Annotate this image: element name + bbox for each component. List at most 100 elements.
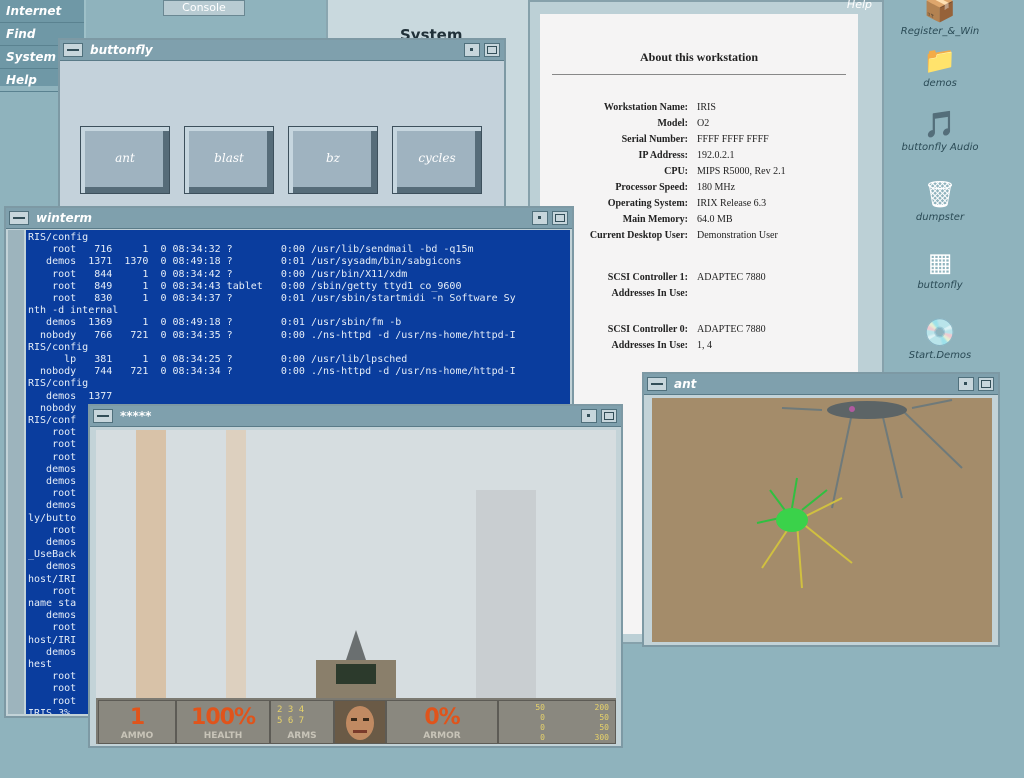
about-value: ADAPTEC 7880 — [697, 272, 766, 283]
ammo-label: AMMO — [120, 731, 154, 741]
desktop-icon[interactable]: 📦 Register_&_Win — [885, 0, 995, 37]
window-title: ***** — [120, 409, 152, 423]
minimize-icon[interactable] — [581, 409, 597, 423]
demos-folder-icon: 📁 — [923, 46, 957, 76]
stat-value: 50 — [599, 713, 609, 722]
ammo-stats: 50 0 0 0 200 50 50 300 — [498, 700, 616, 744]
divider — [552, 74, 846, 75]
terminal-line: demos — [28, 537, 77, 548]
buttonfly-cycles-button[interactable]: cycles — [392, 126, 482, 194]
buttonfly-audio-icon: 🎵 — [923, 110, 957, 140]
desktop-icon[interactable]: 📁 demos — [885, 44, 995, 89]
ant-window: ant — [642, 372, 1000, 647]
game-viewport[interactable] — [96, 430, 616, 698]
buttonfly-blast-button[interactable]: blast — [184, 126, 274, 194]
stat-value: 200 — [594, 703, 609, 712]
button-label: blast — [214, 151, 244, 165]
terminal-line: root 716 1 0 08:34:32 ? 0:00 /usr/lib/se… — [28, 244, 474, 256]
dumpster-icon: 🗑 — [923, 180, 957, 210]
help-menu[interactable]: Help — [847, 0, 872, 11]
health-value: 100% — [191, 705, 256, 730]
titlebar[interactable]: winterm — [6, 208, 572, 229]
arms-label: ARMS — [287, 731, 317, 741]
maximize-icon[interactable] — [484, 43, 500, 57]
doom-window: ***** 1 AMMO 100% HEALTH 2 3 4 5 6 7 ARM… — [88, 404, 623, 748]
terminal-line: root — [28, 427, 77, 439]
terminal-line: name sta — [28, 598, 77, 609]
terminal-line: demos — [28, 610, 77, 622]
terminal-line: _UseBack — [28, 549, 77, 561]
wall-block — [476, 490, 536, 698]
minimize-icon[interactable] — [532, 211, 548, 225]
arms-slot: 3 — [287, 705, 294, 715]
terminal-line: nth -d internal — [28, 305, 119, 317]
buttonfly-bz-button[interactable]: bz — [288, 126, 378, 194]
terminal-line: nobody 766 721 0 08:34:35 ? 0:00 ./ns-ht… — [28, 329, 516, 341]
ammo-value: 1 — [129, 705, 145, 730]
arms-slot: 5 — [277, 716, 283, 726]
window-menu-icon[interactable] — [9, 211, 29, 225]
terminal-line: nobody — [28, 402, 77, 414]
ant-viewport[interactable] — [652, 398, 992, 642]
stat-value: 50 — [535, 703, 545, 712]
desktop-icon-label: demos — [923, 78, 957, 89]
desktop-icon[interactable]: 🗑 dumpster — [885, 178, 995, 223]
terminal-line: demos — [28, 500, 77, 512]
window-menu-icon[interactable] — [93, 409, 113, 423]
about-label: Addresses In Use: — [611, 340, 689, 351]
terminal-line: root — [28, 439, 77, 451]
titlebar[interactable]: ant — [644, 374, 998, 395]
window-menu-icon[interactable] — [63, 43, 83, 57]
button-label: ant — [115, 151, 135, 165]
about-label: Processor Speed: — [615, 182, 688, 193]
terminal-line: root — [28, 671, 77, 683]
terminal-line: root — [28, 451, 77, 463]
window-menu-icon[interactable] — [647, 377, 667, 391]
buttonfly-ant-button[interactable]: ant — [80, 126, 170, 194]
scrollbar[interactable] — [8, 230, 24, 714]
terminal-line: RIS/config — [28, 378, 89, 390]
weapon-icon — [316, 630, 396, 698]
console-button[interactable]: Console — [163, 0, 245, 16]
register-icon: 📦 — [923, 0, 957, 24]
ammo-panel: 1 AMMO — [98, 700, 176, 744]
titlebar[interactable]: buttonfly — [60, 40, 504, 61]
terminal-line: demos — [28, 476, 77, 487]
arms-slot: 2 — [277, 705, 283, 715]
desktop-icon-label: buttonfly Audio — [901, 142, 979, 153]
desktop-icon[interactable]: 💿 Start.Demos — [885, 316, 995, 361]
about-value: FFFF FFFF FFFF — [697, 134, 769, 145]
maximize-icon[interactable] — [978, 377, 994, 391]
terminal-line: root 844 1 0 08:34:42 ? 0:00 /usr/bin/X1… — [28, 268, 408, 280]
about-label: SCSI Controller 1: — [607, 272, 688, 283]
stat-value: 300 — [594, 733, 609, 742]
armor-panel: 0% ARMOR — [386, 700, 498, 744]
desktop-icon[interactable]: ▦ buttonfly — [885, 246, 995, 291]
minimize-icon[interactable] — [958, 377, 974, 391]
terminal-line: demos — [28, 463, 77, 475]
button-label: bz — [325, 151, 340, 165]
health-label: HEALTH — [203, 731, 243, 741]
window-title: buttonfly — [90, 43, 153, 57]
maximize-icon[interactable] — [601, 409, 617, 423]
terminal-line: demos — [28, 561, 77, 573]
terminal-line: lp 381 1 0 08:34:25 ? 0:00 /usr/lib/lpsc… — [28, 354, 408, 365]
wall-stripe — [226, 430, 246, 698]
desktop-icon-label: dumpster — [915, 212, 965, 223]
about-value: IRIS — [697, 102, 716, 113]
status-bar: 1 AMMO 100% HEALTH 2 3 4 5 6 7 ARMS 0% A… — [96, 698, 616, 744]
terminal-line: IRIS 3% — [28, 707, 71, 714]
stat-value: 0 — [540, 733, 545, 742]
terminal-line: root 830 1 0 08:34:37 ? 0:01 /usr/sbin/s… — [28, 293, 516, 304]
toolchest-internet[interactable]: Internet — [0, 0, 84, 23]
terminal-line: host/IRI — [28, 634, 77, 646]
minimize-icon[interactable] — [464, 43, 480, 57]
desktop-icon[interactable]: 🎵 buttonfly Audio — [885, 108, 995, 153]
terminal-line: demos 1369 1 0 08:49:18 ? 0:01 /usr/sbin… — [28, 317, 402, 329]
maximize-icon[interactable] — [552, 211, 568, 225]
titlebar[interactable]: ***** — [90, 406, 621, 427]
about-label: IP Address: — [638, 150, 688, 161]
about-value: 64.0 MB — [697, 214, 733, 225]
terminal-line: root 849 1 0 08:34:43 tablet 0:00 /sbin/… — [28, 280, 462, 292]
terminal-line: root — [28, 622, 77, 634]
